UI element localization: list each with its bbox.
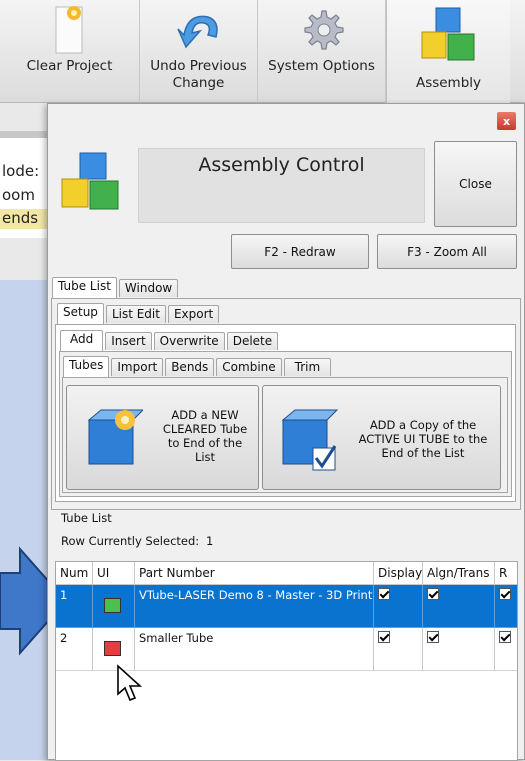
zoom-all-button[interactable]: F3 - Zoom All — [377, 234, 517, 269]
tab-tubes[interactable]: Tubes — [63, 356, 110, 377]
assembly-cubes-icon — [61, 152, 119, 210]
row2-num: 2 — [56, 628, 93, 671]
add-copy-line3: End of the List — [381, 446, 465, 460]
column-header-part-number[interactable]: Part Number — [135, 562, 374, 585]
tab-overwrite[interactable]: Overwrite — [153, 332, 225, 350]
ui-color-swatch[interactable] — [104, 598, 121, 613]
clear-project-button[interactable]: Clear Project — [0, 0, 140, 103]
dialog-title: Assembly Control — [138, 148, 425, 223]
bg-text-mode: lode: — [2, 162, 40, 180]
assembly-button[interactable]: Assembly — [386, 0, 510, 103]
add-copy-line2: ACTIVE UI TUBE to the — [358, 432, 488, 446]
add-new-line4: List — [194, 450, 216, 464]
row-selected-label: Row Currently Selected: — [61, 534, 200, 548]
display-checkbox[interactable] — [378, 631, 390, 643]
undo-label-line1: Undo Previous — [150, 58, 247, 74]
close-button[interactable]: Close — [434, 141, 517, 227]
tab-trim[interactable]: Trim — [283, 358, 332, 376]
add-new-line1: ADD a NEW — [171, 408, 239, 422]
undo-icon — [174, 0, 224, 58]
row2-part-number: Smaller Tube — [135, 628, 374, 671]
column-header-display[interactable]: Display — [374, 562, 423, 585]
add-new-line2: CLEARED Tube — [162, 422, 248, 436]
row2-r-cell[interactable] — [495, 628, 517, 671]
row1-ui-cell[interactable] — [93, 585, 135, 628]
row2-display-cell[interactable] — [374, 628, 423, 671]
mouse-cursor-icon — [117, 664, 143, 702]
tab-export[interactable]: Export — [167, 305, 220, 323]
tab-setup[interactable]: Setup — [57, 303, 104, 324]
tab-import[interactable]: Import — [111, 358, 164, 376]
algn-trans-checkbox[interactable] — [427, 631, 439, 643]
row-selected-value: 1 — [206, 534, 214, 548]
assembly-cubes-icon — [416, 0, 482, 75]
tab-combine[interactable]: Combine — [216, 358, 282, 376]
new-tube-cube-icon — [87, 409, 143, 465]
tab-add[interactable]: Add — [60, 330, 104, 351]
add-new-cleared-tube-button[interactable]: ADD a NEW CLEARED Tube to End of the Lis… — [66, 385, 259, 490]
tab-bends[interactable]: Bends — [165, 358, 215, 376]
row1-r-cell[interactable] — [495, 585, 517, 628]
column-header-algn-trans[interactable]: Algn/Trans — [423, 562, 495, 585]
copy-tube-cube-icon — [281, 409, 339, 471]
row1-algn-cell[interactable] — [423, 585, 495, 628]
tab-window[interactable]: Window — [118, 279, 179, 297]
tab-insert[interactable]: Insert — [105, 332, 152, 350]
ribbon-toolbar: Clear Project Undo Previous Change Syste… — [0, 0, 525, 103]
row1-display-cell[interactable] — [374, 585, 423, 628]
dialog-close-x-button[interactable]: x — [497, 112, 516, 130]
display-checkbox[interactable] — [378, 588, 390, 600]
gear-icon — [298, 0, 346, 58]
tab-list-edit[interactable]: List Edit — [105, 305, 166, 323]
undo-previous-change-button[interactable]: Undo Previous Change — [140, 0, 258, 103]
redraw-button[interactable]: F2 - Redraw — [231, 234, 369, 269]
column-header-num[interactable]: Num — [56, 562, 93, 585]
tab-tube-list[interactable]: Tube List — [52, 277, 117, 298]
row2-algn-cell[interactable] — [423, 628, 495, 671]
add-copy-active-tube-button[interactable]: ADD a Copy of the ACTIVE UI TUBE to the … — [262, 385, 501, 490]
clear-project-icon — [50, 0, 90, 58]
row1-part-number: VTube-LASER Demo 8 - Master - 3D Printin… — [135, 585, 374, 628]
column-header-ui[interactable]: UI — [93, 562, 135, 585]
system-options-button[interactable]: System Options — [258, 0, 386, 103]
r-checkbox[interactable] — [499, 588, 511, 600]
add-copy-line1: ADD a Copy of the — [369, 418, 477, 432]
algn-trans-checkbox[interactable] — [427, 588, 439, 600]
r-checkbox[interactable] — [499, 631, 511, 643]
add-new-line3: to End of the — [167, 436, 243, 450]
tube-list-label: Tube List — [61, 511, 112, 525]
assembly-control-dialog: x Assembly Control Close F2 - Redraw F3 … — [47, 103, 525, 761]
row1-num: 1 — [56, 585, 93, 628]
tab-delete[interactable]: Delete — [226, 332, 279, 350]
undo-label-line2: Change — [172, 75, 225, 91]
column-header-r[interactable]: R — [495, 562, 517, 585]
ui-color-swatch[interactable] — [104, 641, 121, 656]
bg-text-zoom: oom — [2, 186, 35, 204]
bg-text-bends: ends — [2, 209, 39, 227]
tube-list-grid[interactable]: Num UI Part Number Display Algn/Trans R … — [55, 561, 518, 761]
